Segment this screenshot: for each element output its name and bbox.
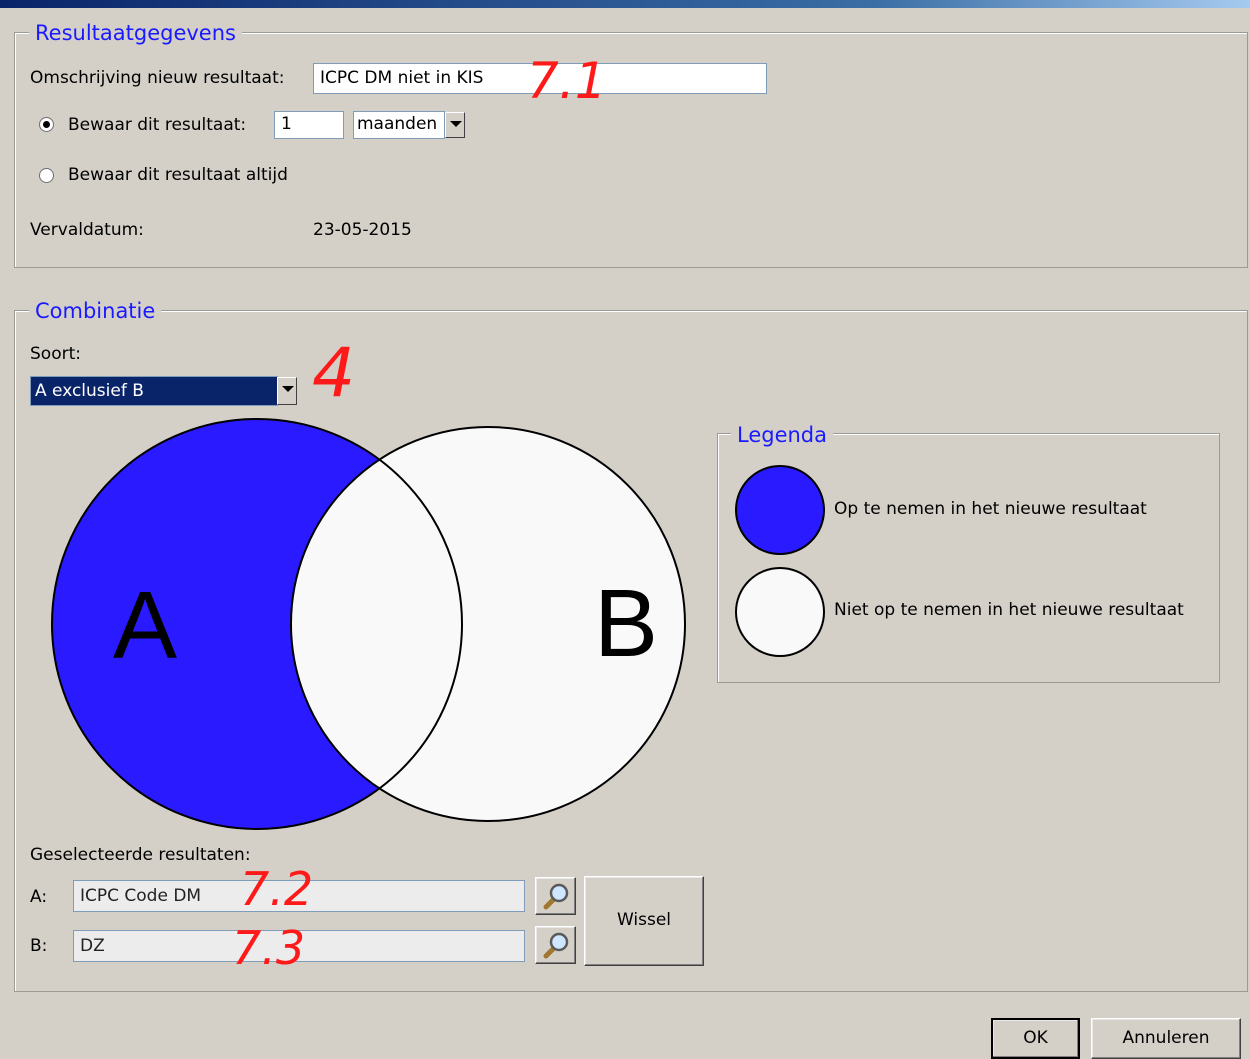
annotation-4: 4 xyxy=(312,334,356,413)
venn-label-b: B xyxy=(594,570,658,677)
a-label: A: xyxy=(30,887,48,907)
annotation-7-3: 7.3 xyxy=(232,921,306,975)
bewaar-amount-input[interactable]: 1 xyxy=(274,111,344,139)
annotation-7-2: 7.2 xyxy=(240,862,314,916)
venn-diagram: A B xyxy=(51,418,686,830)
a-search-icon xyxy=(543,883,568,910)
combinatie-title: Combinatie xyxy=(29,299,162,323)
resultaatgegevens-title: Resultaatgegevens xyxy=(29,21,242,45)
soort-select[interactable]: A exclusief B xyxy=(30,376,278,406)
geselecteerde-label: Geselecteerde resultaten: xyxy=(30,845,251,865)
window-title-bar xyxy=(0,0,1250,8)
soort-dropdown-icon[interactable] xyxy=(277,377,297,405)
bewaar-radio[interactable] xyxy=(39,117,54,132)
omschrijving-label: Omschrijving nieuw resultaat: xyxy=(30,68,285,88)
cancel-button[interactable]: Annuleren xyxy=(1091,1018,1241,1059)
bewaar-altijd-label: Bewaar dit resultaat altijd xyxy=(68,165,288,185)
legend-included-swatch xyxy=(735,465,825,555)
a-search-button[interactable] xyxy=(535,877,576,915)
legend-excluded-swatch xyxy=(735,567,825,657)
b-label: B: xyxy=(30,936,48,956)
legend-included-label: Op te nemen in het nieuwe resultaat xyxy=(834,499,1147,519)
b-search-icon xyxy=(543,932,568,959)
vervaldatum-value: 23-05-2015 xyxy=(313,220,412,240)
legend-excluded-label: Niet op te nemen in het nieuwe resultaat xyxy=(834,600,1184,620)
bewaar-altijd-radio[interactable] xyxy=(39,168,54,183)
bewaar-unit-select[interactable]: maanden xyxy=(353,111,445,139)
ok-button[interactable]: OK xyxy=(991,1018,1080,1059)
legenda-title: Legenda xyxy=(731,423,834,447)
vervaldatum-label: Vervaldatum: xyxy=(30,220,144,240)
bewaar-label: Bewaar dit resultaat: xyxy=(68,115,247,135)
b-search-button[interactable] xyxy=(535,926,576,964)
soort-label: Soort: xyxy=(30,344,81,364)
wissel-button[interactable]: Wissel xyxy=(584,876,704,966)
venn-label-a: A xyxy=(113,572,177,679)
bewaar-unit-dropdown-icon[interactable] xyxy=(445,112,465,138)
annotation-7-1: 7.1 xyxy=(527,52,607,110)
